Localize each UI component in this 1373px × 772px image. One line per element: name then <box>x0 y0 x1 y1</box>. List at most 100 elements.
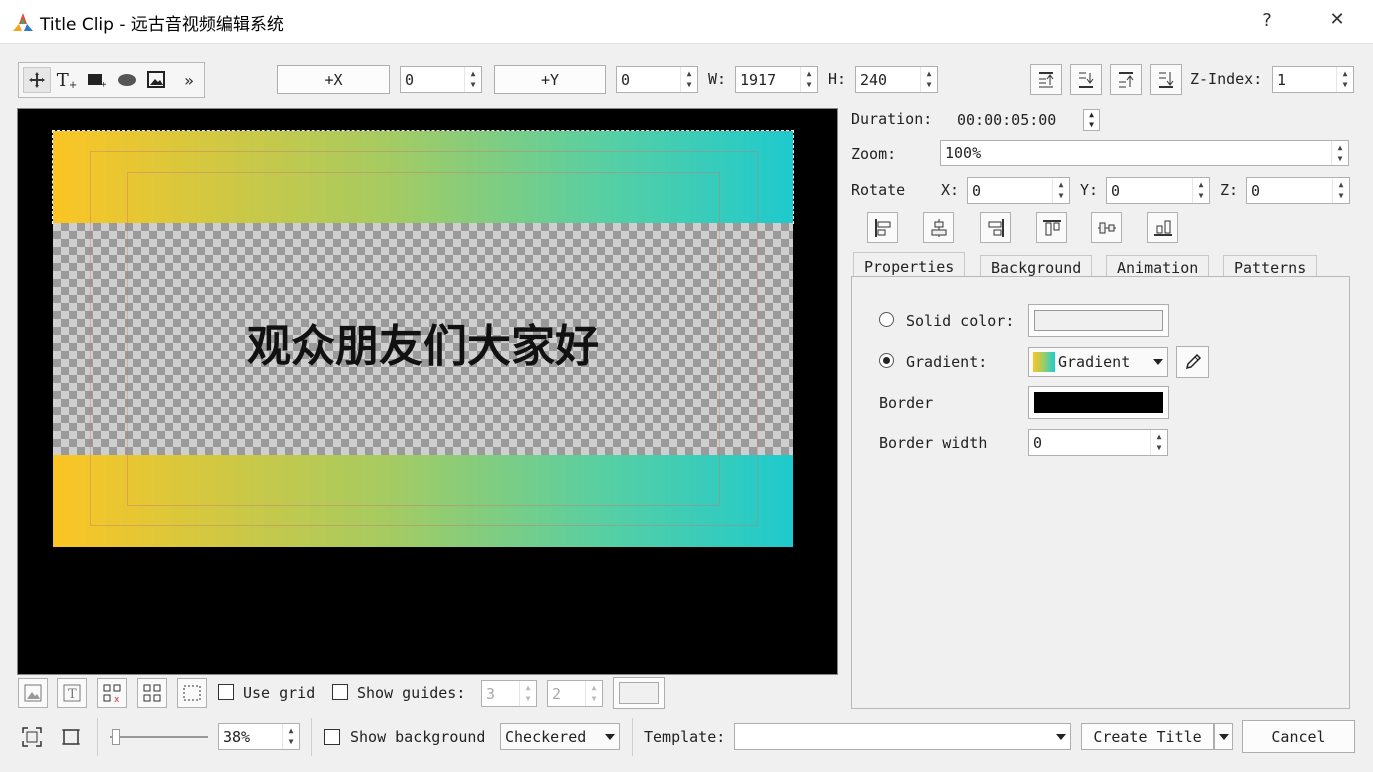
window-title: Title Clip - 远古音视频编辑系统 <box>40 15 284 35</box>
rotate-y-label: Y: <box>1080 181 1099 199</box>
spin-arrows-icon[interactable]: ▲ ▼ <box>464 67 481 92</box>
chevron-down-icon <box>1153 359 1163 365</box>
spin-arrows-icon[interactable]: ▲ ▼ <box>1336 67 1353 92</box>
spin-arrows-icon[interactable]: ▲ ▼ <box>1332 178 1349 203</box>
close-button[interactable]: ✕ <box>1325 9 1349 30</box>
z-index-input[interactable]: 1 ▲ ▼ <box>1272 66 1354 93</box>
zoom-percent-input[interactable]: 38% ▲ ▼ <box>218 723 300 750</box>
properties-panel <box>851 276 1350 709</box>
gradient-swatch <box>1033 352 1055 372</box>
border-width-value: 0 <box>1033 433 1043 452</box>
edit-gradient-pencil-icon[interactable] <box>1176 346 1209 378</box>
send-backward-icon[interactable] <box>1070 64 1102 95</box>
selection-frame-icon[interactable] <box>177 678 207 708</box>
rotate-x-input[interactable]: 0 ▲ ▼ <box>967 177 1070 204</box>
create-title-menu-button[interactable] <box>1214 723 1233 750</box>
rotate-z-input[interactable]: 0 ▲ ▼ <box>1246 177 1350 204</box>
duration-label: Duration: <box>851 110 933 128</box>
show-guides-label: Show guides: <box>357 684 466 702</box>
plus-y-button[interactable]: +Y <box>494 65 606 94</box>
send-to-back-icon[interactable] <box>1150 64 1182 95</box>
spin-arrows-icon[interactable]: ▲ ▼ <box>800 67 817 92</box>
guides-a-value: 3 <box>486 684 496 703</box>
cancel-button[interactable]: Cancel <box>1242 720 1355 753</box>
spin-arrows-icon[interactable]: ▲ ▼ <box>282 724 299 749</box>
image-tool-icon[interactable] <box>143 67 171 93</box>
zoom-slider-thumb[interactable] <box>112 729 120 745</box>
rectangle-tool-icon[interactable]: + <box>83 67 111 93</box>
background-mode-value: Checkered <box>505 727 587 746</box>
spin-arrows-icon[interactable]: ▲ ▼ <box>1150 430 1167 455</box>
zoom-percent-value: 38% <box>223 727 251 746</box>
rotate-x-value: 0 <box>972 181 982 200</box>
text-frame-icon[interactable]: T <box>57 678 87 708</box>
canvas-title-text[interactable]: 观众朋友们大家好 <box>53 310 793 374</box>
text-tool-icon[interactable]: T + <box>53 67 81 93</box>
show-background-checkbox[interactable] <box>324 729 340 745</box>
align-top-icon[interactable] <box>1036 212 1067 243</box>
align-center-horizontal-icon[interactable] <box>923 212 954 243</box>
align-left-icon[interactable] <box>867 212 898 243</box>
duration-input[interactable]: 00:00:05:00 ▲ ▼ <box>955 107 1100 132</box>
spin-arrows-icon[interactable]: ▲ ▼ <box>1083 109 1100 131</box>
guides-b-input[interactable]: 2 ▲ ▼ <box>547 680 603 707</box>
solid-color-swatch[interactable] <box>1028 304 1169 337</box>
rotate-label: Rotate <box>851 181 906 199</box>
separator <box>311 718 312 756</box>
create-title-button[interactable]: Create Title <box>1081 723 1214 750</box>
svg-text:+: + <box>101 80 107 88</box>
spin-arrows-icon[interactable]: ▲ ▼ <box>920 67 937 92</box>
background-mode-dropdown[interactable]: Checkered <box>500 723 620 750</box>
spin-arrows-icon[interactable]: ▲ ▼ <box>1052 178 1069 203</box>
template-label: Template: <box>644 728 726 746</box>
remove-qr-icon[interactable]: x <box>97 678 127 708</box>
spin-arrows-icon[interactable]: ▲ ▼ <box>519 681 536 706</box>
solid-color-label: Solid color: <box>906 312 1015 330</box>
selected-top-gradient-bar[interactable] <box>52 130 794 224</box>
rotate-x-label: X: <box>941 181 960 199</box>
app-logo-icon <box>13 13 33 31</box>
spin-arrows-icon[interactable]: ▲ ▼ <box>1192 178 1209 203</box>
guides-a-input[interactable]: 3 ▲ ▼ <box>481 680 537 707</box>
bring-forward-icon[interactable] <box>1110 64 1142 95</box>
bottom-gradient-bar[interactable] <box>53 455 793 547</box>
y-position-input[interactable]: 0 ▲ ▼ <box>616 66 698 93</box>
zoom-input[interactable]: 100% ▲ ▼ <box>940 140 1349 166</box>
align-middle-vertical-icon[interactable] <box>1091 212 1122 243</box>
background-image-icon[interactable] <box>18 678 48 708</box>
ellipse-tool-icon[interactable] <box>113 67 141 93</box>
actual-size-icon[interactable] <box>59 725 83 749</box>
width-input[interactable]: 1917 ▲ ▼ <box>735 66 818 93</box>
border-width-input[interactable]: 0 ▲ ▼ <box>1028 429 1168 456</box>
height-input[interactable]: 240 ▲ ▼ <box>855 66 938 93</box>
align-right-icon[interactable] <box>980 212 1011 243</box>
more-tools-icon[interactable]: » <box>175 67 203 93</box>
x-position-input[interactable]: 0 ▲ ▼ <box>400 66 482 93</box>
qr-code-icon[interactable] <box>137 678 167 708</box>
border-color-swatch[interactable] <box>1028 386 1169 419</box>
solid-color-radio[interactable] <box>879 312 894 327</box>
width-value: 1917 <box>740 70 777 89</box>
fit-to-window-icon[interactable] <box>20 725 44 749</box>
bring-to-front-icon[interactable] <box>1030 64 1062 95</box>
move-tool-icon[interactable] <box>23 67 51 93</box>
help-button[interactable]: ? <box>1255 10 1279 31</box>
spin-arrows-icon[interactable]: ▲ ▼ <box>680 67 697 92</box>
zoom-slider[interactable] <box>110 729 208 745</box>
align-bottom-icon[interactable] <box>1147 212 1178 243</box>
guides-b-value: 2 <box>552 684 562 703</box>
zoom-value: 100% <box>945 144 982 162</box>
duration-value: 00:00:05:00 <box>957 110 1057 129</box>
guide-color-swatch[interactable] <box>613 677 665 709</box>
gradient-radio[interactable] <box>879 353 894 368</box>
plus-x-button[interactable]: +X <box>277 65 390 94</box>
gradient-label: Gradient: <box>906 353 988 371</box>
chevron-down-icon <box>1218 733 1229 740</box>
gradient-dropdown[interactable]: Gradient <box>1028 347 1168 377</box>
spin-arrows-icon[interactable]: ▲ ▼ <box>1331 141 1348 165</box>
use-grid-checkbox[interactable] <box>218 684 234 700</box>
template-dropdown[interactable] <box>734 723 1071 750</box>
show-guides-checkbox[interactable] <box>332 684 348 700</box>
rotate-y-input[interactable]: 0 ▲ ▼ <box>1106 177 1210 204</box>
spin-arrows-icon[interactable]: ▲ ▼ <box>585 681 602 706</box>
